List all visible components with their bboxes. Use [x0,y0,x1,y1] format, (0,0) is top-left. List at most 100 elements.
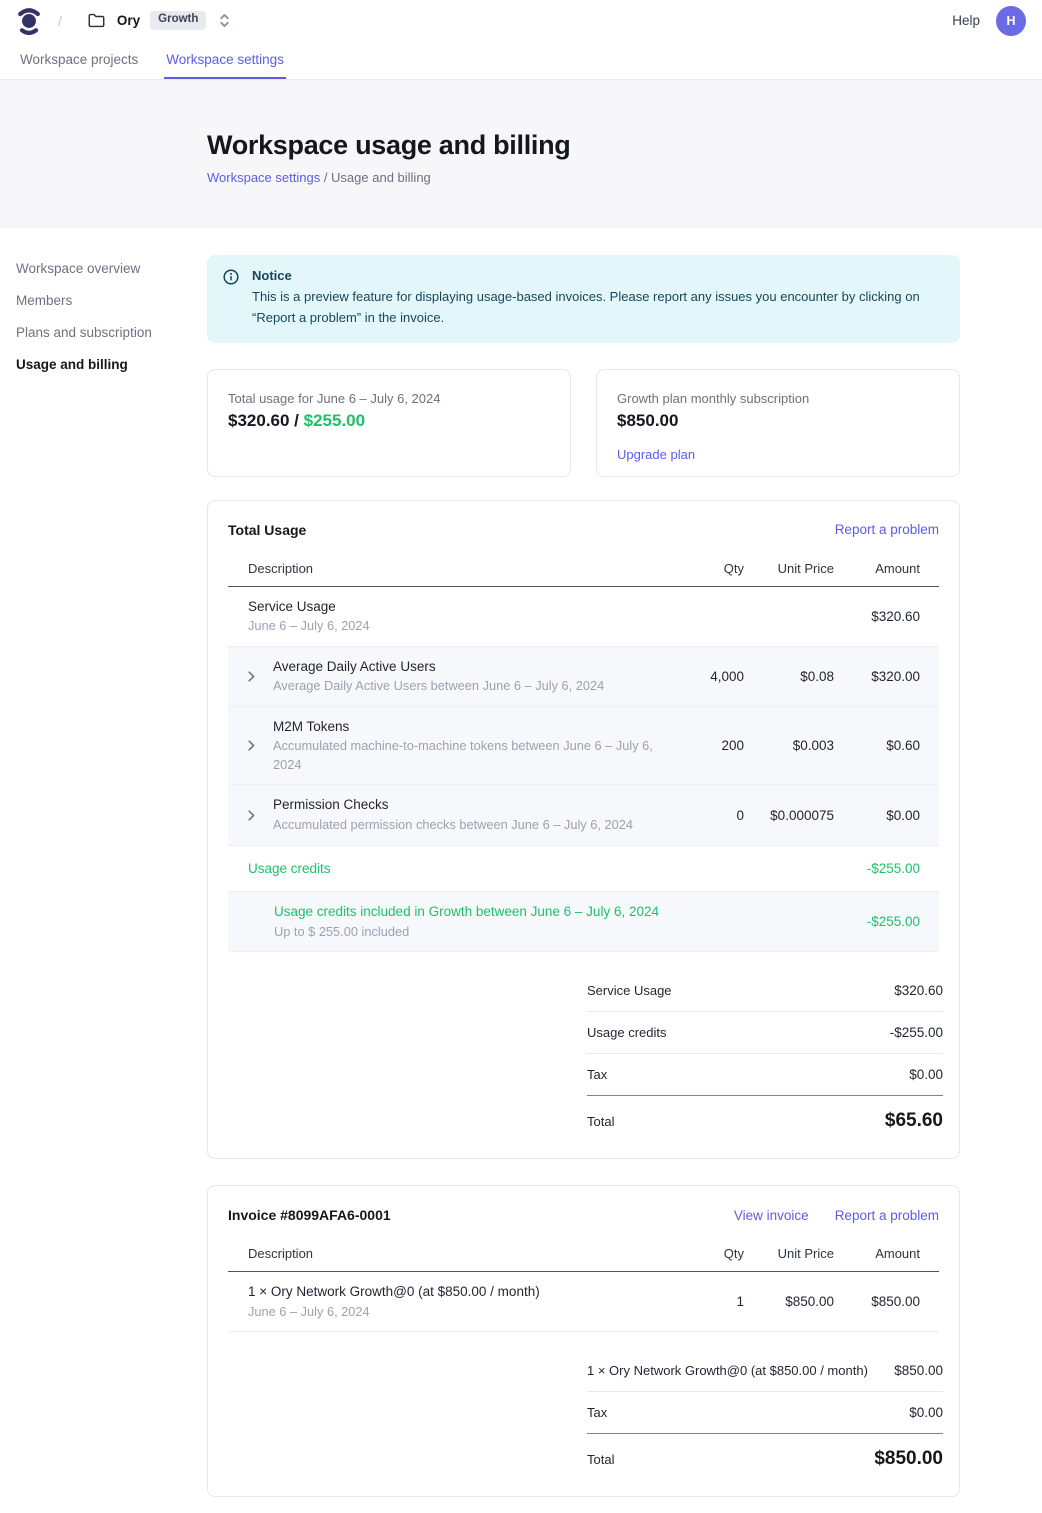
summary-label: Tax [587,1067,607,1082]
plan-badge: Growth [150,11,206,30]
row-amount: $320.60 [834,609,920,624]
workspace-name[interactable]: Ory [117,13,140,28]
top-bar: / Ory Growth Help H [0,0,1042,41]
ory-logo-icon[interactable] [16,6,42,36]
usage-table: Description Qty Unit Price Amount Servic… [228,552,939,953]
row-qty: 200 [674,738,744,753]
subscription-card-value: $850.00 [617,411,939,431]
notice-banner: Notice This is a preview feature for dis… [207,255,960,343]
usage-table-row: Service Usage June 6 – July 6, 2024 $320… [228,587,939,647]
view-invoice-link[interactable]: View invoice [734,1208,809,1223]
row-unit-price: $0.000075 [744,808,834,823]
sidebar-item[interactable]: Members [16,287,207,314]
usage-summary-row: Service Usage $320.60 [587,970,943,1012]
sidebar-item[interactable]: Workspace overview [16,255,207,282]
expand-row-chevron-icon[interactable] [248,671,263,682]
total-usage-card-value: $320.60 / $255.00 [228,411,550,431]
help-button[interactable]: Help [952,13,980,28]
total-usage-card: Total usage for June 6 – July 6, 2024 $3… [207,369,571,477]
row-subtext: Up to $ 255.00 included [274,923,659,942]
total-usage-card-label: Total usage for June 6 – July 6, 2024 [228,391,550,406]
summary-value: $0.00 [909,1067,943,1082]
workspace-switcher-icon[interactable] [218,13,231,28]
usage-table-row: Permission Checks Accumulated permission… [228,785,939,845]
expand-row-chevron-icon[interactable] [248,810,263,821]
summary-label: Usage credits [587,1025,666,1040]
row-unit-price: $850.00 [744,1294,834,1309]
usage-summary-row: Usage credits -$255.00 [587,1012,943,1054]
subscription-card: Growth plan monthly subscription $850.00… [596,369,960,477]
usage-summary-row: Total $65.60 [587,1096,943,1136]
summary-value: $65.60 [885,1110,943,1132]
summary-label: Service Usage [587,983,672,998]
row-amount: -$255.00 [834,861,920,876]
column-description: Description [248,1237,674,1271]
folder-icon [88,13,105,28]
row-name: 1 × Ory Network Growth@0 (at $850.00 / m… [248,1282,540,1302]
included-credits-value: $255.00 [304,411,365,430]
invoice-summary-row: Total $850.00 [587,1434,943,1474]
row-name: Usage credits included in Growth between… [274,902,659,922]
column-description: Description [248,552,674,586]
row-name: Service Usage [248,597,370,617]
workspace-tab[interactable]: Workspace projects [18,41,140,79]
invoice-table-header: Description Qty Unit Price Amount [228,1237,939,1272]
summary-label: Tax [587,1405,607,1420]
settings-sidebar: Workspace overview Members Plans and sub… [16,255,207,1497]
usage-table-row: Average Daily Active Users Average Daily… [228,647,939,707]
notice-body: This is a preview feature for displaying… [252,287,942,329]
page-header: Workspace usage and billing Workspace se… [0,80,1042,228]
invoice-report-problem-link[interactable]: Report a problem [835,1208,939,1223]
row-amount: $0.00 [834,808,920,823]
invoice-table-row: 1 × Ory Network Growth@0 (at $850.00 / m… [228,1272,939,1332]
row-amount: $0.60 [834,738,920,753]
row-amount: -$255.00 [834,914,920,929]
sidebar-item[interactable]: Usage and billing [16,351,207,378]
row-amount: $320.00 [834,669,920,684]
row-qty: 1 [674,1294,744,1309]
column-amount: Amount [834,1237,920,1271]
row-name: M2M Tokens [273,717,674,737]
summary-label: 1 × Ory Network Growth@0 (at $850.00 / m… [587,1363,868,1378]
row-name: Usage credits [248,859,331,879]
column-qty: Qty [674,552,744,586]
sidebar-item[interactable]: Plans and subscription [16,319,207,346]
row-name: Permission Checks [273,795,633,815]
invoice-panel-title: Invoice #8099AFA6-0001 [228,1207,391,1223]
breadcrumb-current: / Usage and billing [320,170,431,185]
column-unit-price: Unit Price [744,1237,834,1271]
row-amount: $850.00 [834,1294,920,1309]
row-qty: 4,000 [674,669,744,684]
usage-table-row: Usage credits included in Growth between… [228,892,939,952]
usage-table-row: Usage credits -$255.00 [228,846,939,893]
column-unit-price: Unit Price [744,552,834,586]
usage-summary-row: Tax $0.00 [587,1054,943,1096]
upgrade-plan-link[interactable]: Upgrade plan [617,447,695,462]
invoice-summary: 1 × Ory Network Growth@0 (at $850.00 / m… [587,1350,943,1474]
row-name: Average Daily Active Users [273,657,604,677]
row-subtext: Accumulated permission checks between Ju… [273,816,633,835]
row-unit-price: $0.003 [744,738,834,753]
user-avatar[interactable]: H [996,6,1026,36]
breadcrumb-workspace-settings-link[interactable]: Workspace settings [207,170,320,185]
usage-summary: Service Usage $320.60 Usage credits -$25… [587,970,943,1136]
expand-row-chevron-icon[interactable] [248,740,263,751]
info-icon [223,268,239,329]
summary-label: Total [587,1114,614,1129]
row-subtext: Accumulated machine-to-machine tokens be… [273,737,674,774]
column-amount: Amount [834,552,920,586]
summary-value: -$255.00 [890,1025,943,1040]
breadcrumb-slash: / [58,13,62,29]
summary-value: $850.00 [894,1363,943,1378]
invoice-table: Description Qty Unit Price Amount 1 × Or… [228,1237,939,1332]
usage-table-row: M2M Tokens Accumulated machine-to-machin… [228,707,939,786]
row-unit-price: $0.08 [744,669,834,684]
invoice-summary-row: Tax $0.00 [587,1392,943,1434]
workspace-tab[interactable]: Workspace settings [164,41,286,79]
summary-label: Total [587,1452,614,1467]
usage-report-problem-link[interactable]: Report a problem [835,522,939,537]
row-subtext: June 6 – July 6, 2024 [248,1303,540,1322]
usage-table-header: Description Qty Unit Price Amount [228,552,939,587]
invoice-panel: Invoice #8099AFA6-0001 View invoice Repo… [207,1185,960,1497]
notice-title: Notice [252,268,942,283]
